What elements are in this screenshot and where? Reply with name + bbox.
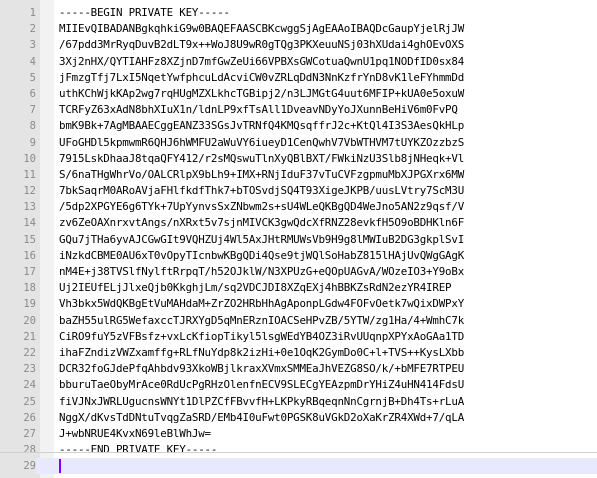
line-text[interactable]: -----END PRIVATE KEY-----: [59, 442, 217, 458]
line-number: 24: [23, 379, 36, 392]
editor-line[interactable]: 8 bmK9Bk+7AgMBAAECggEANZ33SGsJvTRNfQ4KMQs…: [0, 118, 597, 134]
line-text[interactable]: CiRO9fuY5zVFBsfz+vxLcKfiopTikyl5lsgWEdYB…: [59, 329, 464, 345]
line-number: 28: [23, 444, 36, 457]
editor-divider: [0, 452, 597, 453]
line-number: 23: [23, 363, 36, 376]
line-number: 12: [23, 185, 36, 198]
editor-line[interactable]: 13/5dp2XPGYE6g6TYk+7UpYynvsSxZNbwm2s+sU4…: [0, 199, 597, 215]
editor-line[interactable]: 4 3Xj2nHX/QYTIAHFz8XZjnD7mfGwZeUi66VPBXsG…: [0, 54, 597, 70]
line-text[interactable]: -----BEGIN PRIVATE KEY-----: [59, 5, 230, 21]
editor-line[interactable]: 28 -----END PRIVATE KEY-----: [0, 442, 597, 458]
line-number: 8: [29, 120, 36, 133]
editor-line[interactable]: 19 Vh3bkx5WdQKBgEtVuMAHdaM+ZrZO2HRbHhAgAp…: [0, 296, 597, 312]
editor-line[interactable]: 26 NggX/dKvsTdDNtuTvqgZaSRD/EMb4I0uFwt0PG…: [0, 410, 597, 426]
line-text[interactable]: MIIEvQIBADANBgkqhkiG9w0BAQEFAASCBKcwggSj…: [59, 21, 464, 37]
editor-line[interactable]: 6 uthKChWjkKAp2wg7rqHUgMZXLkhcTGBipj2/n3L…: [0, 86, 597, 102]
line-number: 27: [23, 427, 36, 440]
editor-line[interactable]: 9 UFoGHDl5kpmwmR6QHJ6hWMFU2aWuVY6iueyD1Ce…: [0, 135, 597, 151]
line-text[interactable]: NggX/dKvsTdDNtuTvqgZaSRD/EMb4I0uFwt0PGSK…: [59, 410, 464, 426]
editor-line[interactable]: 20 baZH55ulRG5WefaxccTJRXYgD5qMnERznIOACS…: [0, 313, 597, 329]
editor-line[interactable]: 16 iNzkdCBME0AU6xT0vOpyTIcnbwKBgQDi4Qse9t…: [0, 248, 597, 264]
line-number: 18: [23, 282, 36, 295]
editor-line[interactable]: 17 nM4E+j38TVSlfNylftRrpqT/h52OJklW/N3XPU…: [0, 264, 597, 280]
line-text[interactable]: TCRFyZ63xAdN8bhXIuX1n/ldnLP9xfTsAll1Dvea…: [59, 102, 458, 118]
editor-line[interactable]: 22 ihaFZndizVWZxamffg+RLfNuYdp8k2izHi+0e1…: [0, 345, 597, 361]
editor-line[interactable]: 23 DCR32foGJdePfqAhbdv93XkoWBjlkraxXVmxSM…: [0, 361, 597, 377]
line-text[interactable]: /67pdd3MrRyqDuvB2dLT9x++WoJ8U9wR0gTQg3PK…: [59, 37, 464, 53]
editor-line[interactable]: 18 Uj2IEUfELjJlxeQjb0KkghjLm/sq2VDCJDI8XZ…: [0, 280, 597, 296]
line-number: 19: [23, 298, 36, 311]
line-text[interactable]: zv6ZeOAXnrxvtAngs/nXRxt5v7sjnMIVCK3gwQdc…: [59, 215, 464, 231]
line-text[interactable]: ihaFZndizVWZxamffg+RLfNuYdp8k2izHi+0e1Oq…: [59, 345, 464, 361]
editor-line[interactable]: 29: [0, 458, 597, 475]
line-number: 16: [23, 249, 36, 262]
editor-line[interactable]: 3/67pdd3MrRyqDuvB2dLT9x++WoJ8U9wR0gTQg3P…: [0, 37, 597, 53]
line-number: 2: [29, 23, 36, 36]
line-number: 25: [23, 395, 36, 408]
line-text[interactable]: jFmzgTfj7LxI5NqetYwfphcuLdAcviCW0vZRLqDd…: [59, 70, 464, 86]
line-text[interactable]: bmK9Bk+7AgMBAAECggEANZ33SGsJvTRNfQ4KMQsq…: [59, 118, 464, 134]
editor-line[interactable]: 25 fiVJNxJWRLUgucnsWNYt1DlPZCfFBvvfH+LKPk…: [0, 394, 597, 410]
line-text[interactable]: 7915LskDhaaJ8tqaQFY412/r2sMQswuTlnXyQBlB…: [59, 151, 464, 167]
line-number: 20: [23, 314, 36, 327]
editor-line[interactable]: 7 TCRFyZ63xAdN8bhXIuX1n/ldnLP9xfTsAll1Dve…: [0, 102, 597, 118]
text-editor[interactable]: 1 -----BEGIN PRIVATE KEY----- 2 MIIEvQIBADA…: [0, 0, 597, 478]
line-number: 22: [23, 346, 36, 359]
line-number: 13: [23, 201, 36, 214]
editor-line[interactable]: 10 7915LskDhaaJ8tqaQFY412/r2sMQswuTlnXyQB…: [0, 151, 597, 167]
line-number: 5: [29, 71, 36, 84]
editor-line[interactable]: 2 MIIEvQIBADANBgkqhkiG9w0BAQEFAASCBKcwggS…: [0, 21, 597, 37]
line-number: 29: [0, 458, 36, 475]
line-number: 21: [23, 330, 36, 343]
editor-line[interactable]: 21 CiRO9fuY5zVFBsfz+vxLcKfiopTikyl5lsgWEd…: [0, 329, 597, 345]
line-number: 15: [23, 233, 36, 246]
line-text[interactable]: /5dp2XPGYE6g6TYk+7UpYynvsSxZNbwm2s+sU4WL…: [59, 199, 464, 215]
line-text[interactable]: nM4E+j38TVSlfNylftRrpqT/h52OJklW/N3XPUzG…: [59, 264, 464, 280]
line-number: 4: [29, 55, 36, 68]
line-text[interactable]: UFoGHDl5kpmwmR6QHJ6hWMFU2aWuVY6iueyD1Cen…: [59, 135, 464, 151]
editor-line[interactable]: 14 zv6ZeOAXnrxvtAngs/nXRxt5v7sjnMIVCK3gwQ…: [0, 215, 597, 231]
line-number: 14: [23, 217, 36, 230]
line-number: 9: [29, 136, 36, 149]
line-text[interactable]: 3Xj2nHX/QYTIAHFz8XZjnD7mfGwZeUi66VPBXsGW…: [59, 54, 464, 70]
line-text[interactable]: iNzkdCBME0AU6xT0vOpyTIcnbwKBgQDi4Qse9tjW…: [59, 248, 464, 264]
editor-line[interactable]: 11 S/6naTHgWhrVo/OALCRlpX9bLh9+IMX+RNjIdu…: [0, 167, 597, 183]
editor-line[interactable]: 1 -----BEGIN PRIVATE KEY-----: [0, 5, 597, 21]
editor-lines[interactable]: 1 -----BEGIN PRIVATE KEY----- 2 MIIEvQIBADA…: [0, 5, 597, 475]
editor-line[interactable]: 5 jFmzgTfj7LxI5NqetYwfphcuLdAcviCW0vZRLqD…: [0, 70, 597, 86]
line-text[interactable]: 7bkSaqrM0ARoAVjaFHlfkdfThk7+bTOSvdjSQ4T9…: [59, 183, 464, 199]
text-caret: [59, 459, 61, 474]
editor-line[interactable]: 15 GQu7jTHa6yvAJCGwGIt9VQHZUj4Wl5AxJHtRMU…: [0, 232, 597, 248]
line-text[interactable]: S/6naTHgWhrVo/OALCRlpX9bLh9+IMX+RNjIduF3…: [59, 167, 464, 183]
line-text[interactable]: Vh3bkx5WdQKBgEtVuMAHdaM+ZrZO2HRbHhAgApon…: [59, 296, 464, 312]
editor-line[interactable]: 27 J+wbNRUE4KvxN69leBlWhJw=: [0, 426, 597, 442]
editor-line[interactable]: 12 7bkSaqrM0ARoAVjaFHlfkdfThk7+bTOSvdjSQ4…: [0, 183, 597, 199]
line-text[interactable]: baZH55ulRG5WefaxccTJRXYgD5qMnERznIOACSeH…: [59, 313, 464, 329]
editor-line[interactable]: 24 bburuTaeObyMrAce0RdUcPgRHzOlenfnECV9SL…: [0, 377, 597, 393]
line-text[interactable]: DCR32foGJdePfqAhbdv93XkoWBjlkraxXVmxSMME…: [59, 361, 464, 377]
line-text[interactable]: J+wbNRUE4KvxN69leBlWhJw=: [59, 426, 211, 442]
line-number: 6: [29, 87, 36, 100]
line-number: 11: [23, 168, 36, 181]
line-number: 10: [23, 152, 36, 165]
line-text[interactable]: uthKChWjkKAp2wg7rqHUgMZXLkhcTGBipj2/n3LJ…: [59, 86, 464, 102]
line-number: 7: [29, 104, 36, 117]
line-text[interactable]: GQu7jTHa6yvAJCGwGIt9VQHZUj4Wl5AxJHtRMUWs…: [59, 232, 464, 248]
line-number: 1: [29, 7, 36, 19]
line-text[interactable]: bburuTaeObyMrAce0RdUcPgRHzOlenfnECV9SLEC…: [59, 377, 464, 393]
line-number: 3: [29, 39, 36, 52]
line-number: 26: [23, 411, 36, 424]
line-number: 17: [23, 266, 36, 278]
line-text[interactable]: Uj2IEUfELjJlxeQjb0KkghjLm/sq2VDCJDI8XZqE…: [59, 280, 452, 296]
line-text[interactable]: fiVJNxJWRLUgucnsWNYt1DlPZCfFBvvfH+LKPkyR…: [59, 394, 464, 410]
